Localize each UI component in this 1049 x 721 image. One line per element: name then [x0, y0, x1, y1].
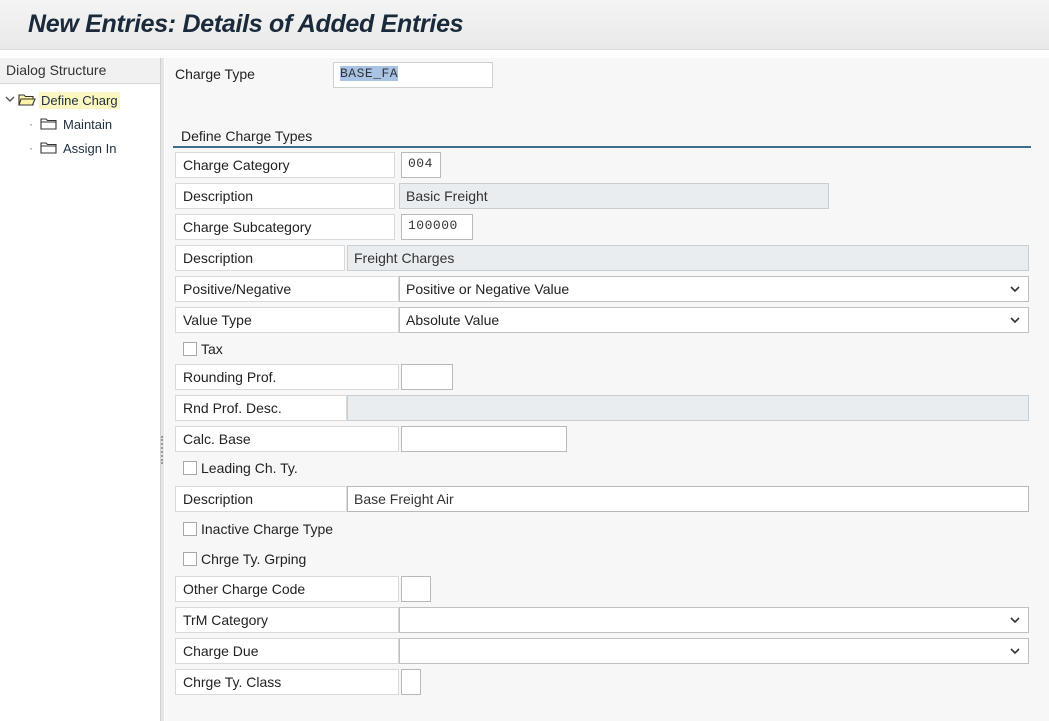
tax-checkbox[interactable]	[183, 342, 197, 356]
trm-category-select[interactable]	[399, 607, 1029, 633]
page-title: New Entries: Details of Added Entries	[28, 10, 464, 38]
charge-category-input[interactable]: 004	[401, 152, 441, 178]
description-input[interactable]: Base Freight Air	[347, 486, 1029, 512]
leading-ch-ty-checkbox-row[interactable]: Leading Ch. Ty.	[183, 456, 298, 480]
value-type-value: Absolute Value	[406, 312, 500, 328]
rnd-prof-desc-label: Rnd Prof. Desc.	[183, 400, 282, 416]
description-label: Description	[183, 491, 254, 507]
chrge-ty-class-label: Chrge Ty. Class	[183, 674, 282, 690]
tree-item-assign[interactable]: · Assign In	[26, 136, 160, 160]
inactive-charge-type-checkbox[interactable]	[183, 522, 197, 536]
chrge-ty-grping-checkbox-row[interactable]: Chrge Ty. Grping	[183, 547, 306, 571]
chrge-ty-class-input[interactable]	[401, 669, 421, 695]
inactive-charge-type-checkbox-row[interactable]: Inactive Charge Type	[183, 517, 333, 541]
positive-negative-select[interactable]: Positive or Negative Value	[399, 276, 1029, 302]
tree-bullet: ·	[29, 141, 33, 155]
section-title: Define Charge Types	[181, 128, 313, 144]
folder-open-icon	[18, 93, 36, 107]
folder-icon	[40, 141, 58, 155]
positive-negative-label: Positive/Negative	[183, 281, 292, 297]
leading-ch-ty-label: Leading Ch. Ty.	[201, 460, 298, 476]
tax-label: Tax	[201, 341, 223, 357]
chrge-ty-grping-label: Chrge Ty. Grping	[201, 551, 307, 567]
dialog-structure-panel: Dialog Structure Define Charg · Maintain…	[0, 58, 164, 721]
panel-splitter[interactable]	[160, 58, 164, 721]
chevron-down-icon[interactable]	[4, 95, 16, 106]
charge-type-label: Charge Type	[175, 66, 255, 82]
charge-due-label: Charge Due	[183, 643, 259, 659]
tree-bullet: ·	[29, 117, 33, 131]
splitter-grip[interactable]	[161, 436, 163, 464]
tree-item-label: Define Charg	[39, 91, 120, 109]
subcategory-description-field: Freight Charges	[347, 245, 1029, 271]
rnd-prof-desc-field	[347, 395, 1029, 421]
positive-negative-value: Positive or Negative Value	[406, 281, 570, 297]
chevron-down-icon[interactable]	[1008, 313, 1022, 327]
tree-item-label: Maintain	[63, 116, 113, 132]
rounding-prof-label: Rounding Prof.	[183, 369, 277, 385]
calc-base-label: Calc. Base	[183, 431, 251, 447]
category-description-field: Basic Freight	[399, 183, 829, 209]
title-bar: New Entries: Details of Added Entries	[0, 0, 1049, 50]
chrge-ty-grping-checkbox[interactable]	[183, 552, 197, 566]
charge-subcategory-input[interactable]: 100000	[401, 214, 473, 240]
dialog-structure-title: Dialog Structure	[6, 62, 107, 78]
other-charge-code-input[interactable]	[401, 576, 431, 602]
detail-pane: Charge Type BASE_FA Define Charge Types …	[165, 58, 1049, 721]
rounding-prof-input[interactable]	[401, 364, 453, 390]
value-type-select[interactable]: Absolute Value	[399, 307, 1029, 333]
charge-type-input[interactable]: BASE_FA	[333, 62, 493, 88]
tree-item-define-charge-types[interactable]: Define Charg	[4, 88, 160, 112]
charge-subcategory-label: Charge Subcategory	[183, 219, 312, 235]
chevron-down-icon[interactable]	[1008, 613, 1022, 627]
dialog-structure-header: Dialog Structure	[0, 58, 160, 84]
section-divider	[173, 146, 1031, 148]
chevron-down-icon[interactable]	[1008, 644, 1022, 658]
charge-due-select[interactable]	[399, 638, 1029, 664]
tax-checkbox-row[interactable]: Tax	[183, 337, 223, 361]
subcategory-description-label: Description	[183, 250, 254, 266]
leading-ch-ty-checkbox[interactable]	[183, 461, 197, 475]
other-charge-code-label: Other Charge Code	[183, 581, 306, 597]
trm-category-label: TrM Category	[183, 612, 269, 628]
inactive-charge-type-label: Inactive Charge Type	[201, 521, 334, 537]
value-type-label: Value Type	[183, 312, 252, 328]
charge-category-label: Charge Category	[183, 157, 290, 173]
tree-item-maintain[interactable]: · Maintain	[26, 112, 160, 136]
chevron-down-icon[interactable]	[1008, 282, 1022, 296]
tree-item-label: Assign In	[63, 140, 117, 156]
calc-base-input[interactable]	[401, 426, 567, 452]
charge-type-value: BASE_FA	[340, 66, 399, 81]
folder-icon	[40, 117, 58, 131]
category-description-label: Description	[183, 188, 254, 204]
